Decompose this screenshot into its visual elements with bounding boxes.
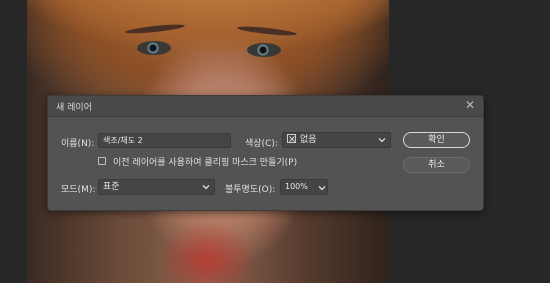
opacity-input[interactable]: 100% bbox=[280, 179, 316, 195]
name-label: 이름(N): bbox=[61, 139, 95, 149]
opacity-dropdown[interactable] bbox=[316, 179, 328, 195]
opacity-label: 불투명도(O): bbox=[225, 185, 276, 195]
hat-brim bbox=[27, 0, 389, 50]
color-select[interactable]: 없음 bbox=[282, 132, 391, 148]
color-select-value: 없음 bbox=[300, 135, 317, 145]
color-label: 색상(C): bbox=[245, 139, 278, 149]
dialog-titlebar: 새 레이어 ✕ bbox=[48, 96, 483, 117]
mode-label: 모드(M): bbox=[61, 185, 96, 195]
chevron-down-icon bbox=[202, 185, 210, 190]
no-color-x-icon bbox=[287, 134, 296, 143]
chevron-down-icon bbox=[378, 138, 386, 143]
new-layer-dialog: 새 레이어 ✕ 이름(N): 색조/채도 2 색상(C): 없음 이전 레이어를… bbox=[47, 95, 484, 211]
clip-mask-label: 이전 레이어를 사용하여 클리핑 마스크 만들기(P) bbox=[113, 158, 298, 168]
eye-left bbox=[137, 41, 171, 55]
cancel-button[interactable]: 취소 bbox=[403, 157, 470, 173]
chevron-down-icon bbox=[318, 186, 326, 191]
eye-right bbox=[247, 43, 281, 57]
dialog-title: 새 레이어 bbox=[56, 103, 92, 113]
mode-select-value: 표준 bbox=[103, 182, 120, 192]
clip-mask-checkbox[interactable] bbox=[98, 157, 106, 165]
ok-button[interactable]: 확인 bbox=[403, 132, 470, 148]
name-input[interactable]: 색조/채도 2 bbox=[98, 133, 231, 148]
close-icon[interactable]: ✕ bbox=[463, 98, 477, 112]
mode-select[interactable]: 표준 bbox=[98, 179, 215, 195]
